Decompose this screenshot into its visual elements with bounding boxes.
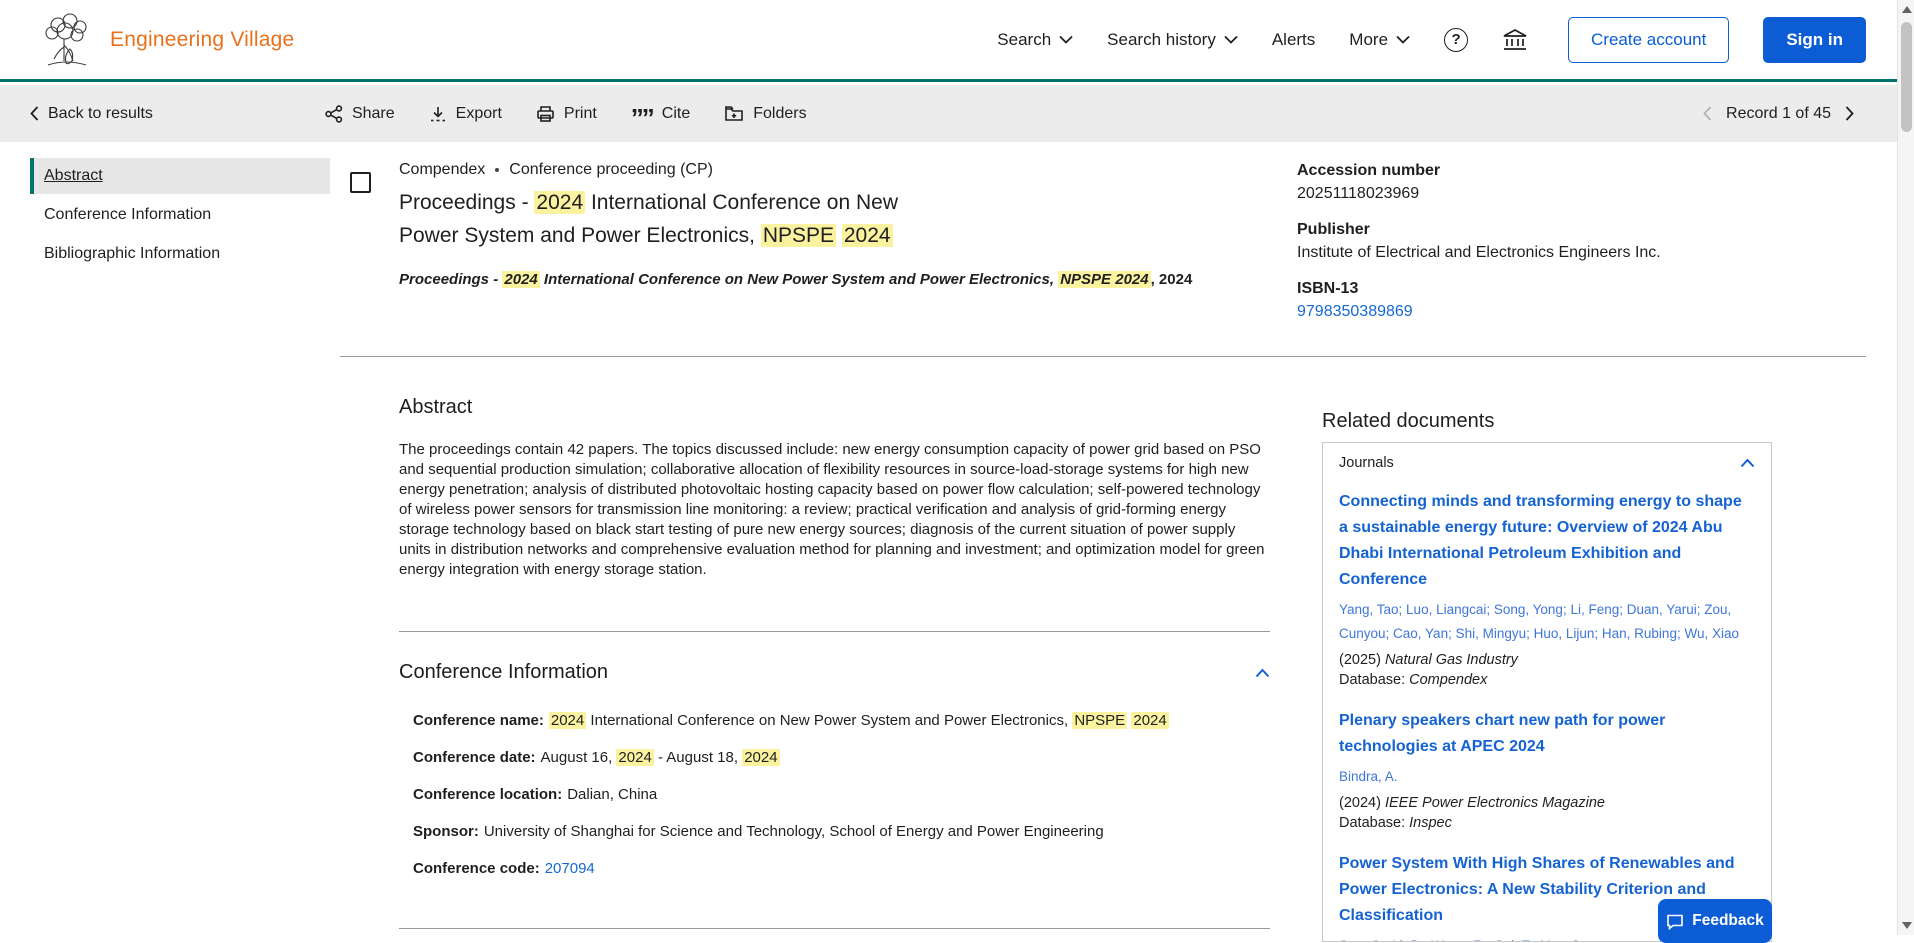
- record-count-label: Record 1 of 45: [1726, 104, 1831, 122]
- chevron-down-icon: [1396, 35, 1410, 44]
- question-circle-icon: ?: [1444, 27, 1469, 52]
- related-documents-panel: Journals Connecting minds and transformi…: [1322, 442, 1772, 942]
- feedback-button[interactable]: Feedback: [1658, 899, 1772, 943]
- header-nav: Search Search history Alerts More ? Crea…: [997, 16, 1866, 63]
- related-documents-heading: Related documents: [1322, 410, 1495, 432]
- quote-icon: ””: [630, 102, 655, 133]
- scroll-down-arrow-icon[interactable]: [1902, 922, 1912, 929]
- record-toolbar: Back to results Share Export Print ”” Ci…: [0, 85, 1914, 142]
- institution-button[interactable]: [1502, 28, 1528, 52]
- related-document-authors[interactable]: Bindra, A.: [1339, 765, 1755, 789]
- conference-name-field: Conference name: 2024 International Confe…: [413, 712, 1169, 729]
- scroll-up-arrow-icon[interactable]: [1902, 6, 1912, 13]
- folder-add-icon: [724, 105, 744, 122]
- record-section-nav: Abstract Conference Information Bibliogr…: [30, 158, 330, 272]
- database-label: Compendex: [399, 161, 486, 178]
- abstract-text: The proceedings contain 42 papers. The t…: [399, 441, 1265, 578]
- chevron-up-icon: [1255, 668, 1270, 678]
- chevron-left-icon: [30, 106, 39, 121]
- brand-name: Engineering Village: [110, 27, 295, 51]
- nav-search[interactable]: Search: [997, 30, 1073, 50]
- nav-more[interactable]: More: [1349, 30, 1410, 50]
- record-title: Proceedings - 2024 International Confere…: [399, 191, 898, 247]
- brand-logo[interactable]: Engineering Village: [40, 11, 294, 69]
- conference-information-section: Conference Information Conference name: 2…: [399, 661, 1270, 877]
- record-metadata: Accession number 20251118023969 Publishe…: [1297, 162, 1877, 339]
- publisher-value: Institute of Electrical and Electronics …: [1297, 244, 1661, 261]
- share-button[interactable]: Share: [325, 105, 395, 123]
- back-to-results-button[interactable]: Back to results: [30, 105, 153, 123]
- export-button[interactable]: Export: [429, 105, 502, 123]
- document-type-label: Conference proceeding (CP): [509, 161, 713, 178]
- chevron-down-icon: [1224, 35, 1238, 44]
- publisher-label: Publisher: [1297, 221, 1370, 238]
- print-button[interactable]: Print: [536, 105, 597, 123]
- toolbar-actions: Share Export Print ”” Cite Folders: [325, 102, 807, 133]
- related-document-item: Plenary speakers chart new path for powe…: [1339, 708, 1755, 833]
- conference-information-heading: Conference Information: [399, 661, 609, 683]
- record-pagination: Record 1 of 45: [1703, 105, 1854, 123]
- vertical-scrollbar[interactable]: [1897, 0, 1914, 935]
- related-document-title-link[interactable]: Connecting minds and transforming energy…: [1339, 489, 1755, 593]
- scrollbar-thumb[interactable]: [1901, 22, 1912, 132]
- next-record-button[interactable]: [1845, 106, 1854, 121]
- related-document-source: (2024) IEEE Power Electronics Magazine: [1339, 795, 1605, 811]
- related-document-title-link[interactable]: Plenary speakers chart new path for powe…: [1339, 708, 1755, 760]
- abstract-section: Abstract The proceedings contain 42 pape…: [399, 396, 1270, 580]
- folders-button[interactable]: Folders: [724, 105, 807, 123]
- chevron-left-icon: [1703, 106, 1712, 121]
- help-button[interactable]: ?: [1444, 27, 1469, 52]
- divider: [399, 928, 1270, 929]
- abstract-heading: Abstract: [399, 396, 473, 418]
- collapse-section-button[interactable]: [1255, 668, 1270, 678]
- isbn13-link[interactable]: 9798350389869: [1297, 303, 1877, 321]
- record-header: Compendex Conference proceeding (CP) Pro…: [399, 161, 1279, 288]
- chevron-down-icon: [1059, 35, 1073, 44]
- previous-record-button[interactable]: [1703, 106, 1712, 121]
- conference-date-field: Conference date: August 16, 2024 - August…: [413, 749, 780, 766]
- printer-icon: [536, 105, 555, 123]
- breadcrumb: Compendex Conference proceeding (CP): [399, 161, 1279, 179]
- speech-bubble-icon: [1666, 913, 1684, 930]
- sidebar-item-conference-information[interactable]: Conference Information: [30, 197, 330, 233]
- related-document-database: Database: Compendex: [1339, 672, 1488, 688]
- chevron-up-icon: [1740, 458, 1755, 468]
- institution-bank-icon: [1502, 28, 1528, 52]
- related-document-database: Database: Inspec: [1339, 815, 1452, 831]
- download-icon: [429, 105, 447, 123]
- accession-number-label: Accession number: [1297, 162, 1441, 179]
- sign-in-button[interactable]: Sign in: [1763, 16, 1866, 63]
- conference-location-field: Conference location: Dalian, China: [413, 786, 658, 803]
- accession-number-value: 20251118023969: [1297, 185, 1420, 202]
- app-header: Engineering Village Search Search histor…: [0, 0, 1914, 82]
- nav-search-history[interactable]: Search history: [1107, 30, 1238, 50]
- conference-fields: Conference name: 2024 International Confe…: [399, 712, 1270, 877]
- sidebar-item-bibliographic-information[interactable]: Bibliographic Information: [30, 236, 330, 272]
- share-icon: [325, 104, 343, 123]
- related-document-source: (2025) Natural Gas Industry: [1339, 652, 1518, 668]
- divider: [399, 631, 1270, 632]
- record-select-checkbox[interactable]: [350, 172, 371, 193]
- nav-alerts[interactable]: Alerts: [1272, 30, 1315, 50]
- dot-separator: [495, 168, 500, 172]
- sponsor-field: Sponsor: University of Shanghai for Scien…: [413, 823, 1104, 840]
- cite-button[interactable]: ”” Cite: [630, 102, 690, 133]
- journals-group-label: Journals: [1339, 455, 1394, 471]
- journals-group-header[interactable]: Journals: [1339, 455, 1755, 471]
- create-account-button[interactable]: Create account: [1568, 16, 1730, 63]
- chevron-right-icon: [1845, 106, 1854, 121]
- related-document-item: Connecting minds and transforming energy…: [1339, 489, 1755, 690]
- isbn13-label: ISBN-13: [1297, 280, 1359, 297]
- related-document-authors[interactable]: Yang, Tao; Luo, Liangcai; Song, Yong; Li…: [1339, 598, 1755, 646]
- elsevier-tree-logo-icon: [40, 11, 92, 69]
- sidebar-item-abstract[interactable]: Abstract: [30, 158, 330, 194]
- record-source-title: Proceedings - 2024 International Confere…: [399, 271, 1193, 288]
- divider: [340, 356, 1866, 357]
- conference-code-field[interactable]: Conference code: 207094: [413, 860, 1270, 877]
